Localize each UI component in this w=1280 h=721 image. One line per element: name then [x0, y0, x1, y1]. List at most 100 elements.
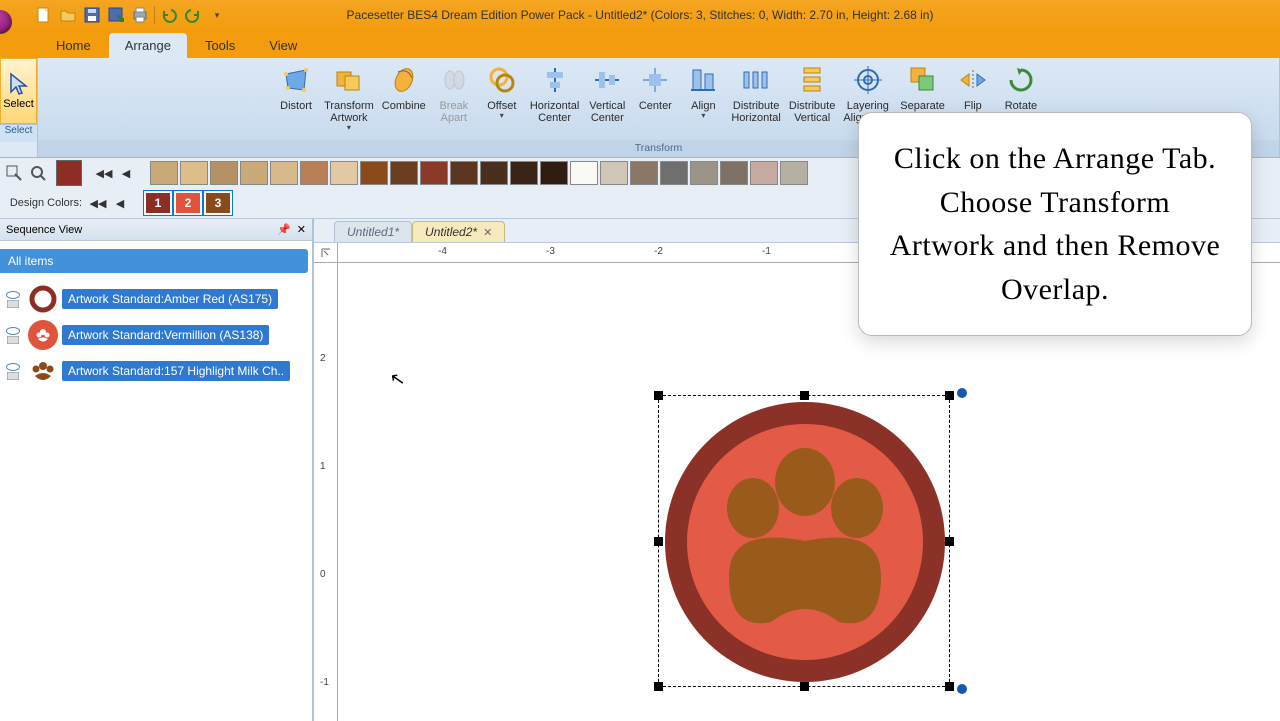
palette-swatch[interactable] [780, 161, 808, 185]
distort-icon [280, 64, 312, 96]
align-button[interactable]: Align▾ [679, 62, 727, 135]
palette-swatch[interactable] [390, 161, 418, 185]
palette-swatch[interactable] [690, 161, 718, 185]
undo-icon[interactable] [159, 5, 179, 25]
distribute-horizontal-button[interactable]: DistributeHorizontal [727, 62, 785, 135]
select-label: Select [3, 98, 34, 110]
visibility-toggle[interactable] [2, 327, 24, 344]
palette-prev-icon[interactable]: ◀ [116, 163, 136, 183]
sequence-view-title: Sequence View [6, 224, 82, 236]
pin-icon[interactable]: 📌 [277, 223, 291, 236]
palette-swatch[interactable] [570, 161, 598, 185]
close-icon[interactable]: ✕ [297, 223, 306, 236]
palette-swatch[interactable] [660, 161, 688, 185]
center-label: Center [639, 100, 672, 112]
horizontal-center-button[interactable]: HorizontalCenter [526, 62, 584, 135]
all-items-header[interactable]: All items [0, 249, 308, 273]
transform-artwork-button[interactable]: TransformArtwork ▾ [320, 62, 378, 135]
palette-first-icon[interactable]: ◀◀ [94, 163, 114, 183]
palette-swatch[interactable] [360, 161, 388, 185]
instruction-callout: Click on the Arrange Tab. Choose Transfo… [858, 112, 1252, 336]
close-tab-icon[interactable]: ✕ [483, 226, 492, 239]
palette-swatch[interactable] [720, 161, 748, 185]
distort-button[interactable]: Distort [272, 62, 320, 135]
new-file-icon[interactable] [34, 5, 54, 25]
break-apart-button: BreakApart [430, 62, 478, 135]
tab-arrange[interactable]: Arrange [109, 33, 187, 58]
design-color-3[interactable]: 3 [204, 191, 232, 215]
mouse-cursor: ↖ [388, 368, 407, 391]
tab-home[interactable]: Home [40, 33, 107, 58]
palette-swatch[interactable] [510, 161, 538, 185]
palette-swatch[interactable] [330, 161, 358, 185]
distribute-v-icon [796, 64, 828, 96]
selection-bounds[interactable]: ✱ [658, 395, 950, 687]
distribute-vertical-button[interactable]: DistributeVertical [785, 62, 839, 135]
align-icon [687, 64, 719, 96]
visibility-toggle[interactable] [2, 291, 24, 308]
ribbon-tab-strip: Home Arrange Tools View [0, 30, 1280, 58]
design-first-icon[interactable]: ◀◀ [88, 193, 108, 213]
ruler-corner[interactable] [314, 243, 338, 263]
palette-swatch[interactable] [300, 161, 328, 185]
separate-layers-icon [907, 64, 939, 96]
redo-icon[interactable] [183, 5, 203, 25]
document-tab-2[interactable]: Untitled2*✕ [412, 221, 505, 242]
window-title: Pacesetter BES4 Dream Edition Power Pack… [347, 8, 934, 22]
design-color-2[interactable]: 2 [174, 191, 202, 215]
dist-h-label: DistributeHorizontal [731, 100, 781, 124]
palette-swatch[interactable] [210, 161, 238, 185]
rotate-handle-ne[interactable] [957, 388, 967, 398]
palette-swatch[interactable] [450, 161, 478, 185]
save-as-icon[interactable] [106, 5, 126, 25]
item-thumb-ring [28, 284, 58, 314]
palette-swatch[interactable] [600, 161, 628, 185]
zoom-tool-icon[interactable] [4, 163, 24, 183]
design-color-1[interactable]: 1 [144, 191, 172, 215]
sequence-item[interactable]: Artwork Standard:Vermillion (AS138) [0, 317, 312, 353]
print-icon[interactable] [130, 5, 150, 25]
transform-artwork-label: TransformArtwork ▾ [324, 100, 374, 133]
tab-view[interactable]: View [253, 33, 313, 58]
select-group: Select Select [0, 58, 38, 157]
magnifier-icon[interactable] [28, 163, 48, 183]
title-bar: ▾ Pacesetter BES4 Dream Edition Power Pa… [0, 0, 1280, 30]
palette-swatch[interactable] [750, 161, 778, 185]
center-button[interactable]: Center [631, 62, 679, 135]
vertical-ruler: 2 1 0 -1 [314, 263, 338, 721]
palette-swatch[interactable] [240, 161, 268, 185]
artwork-pawprint [659, 396, 951, 688]
palette-swatch[interactable] [270, 161, 298, 185]
palette-swatch[interactable] [630, 161, 658, 185]
palette-swatch[interactable] [150, 161, 178, 185]
rotate-icon [1005, 64, 1037, 96]
offset-icon [486, 64, 518, 96]
sequence-view-header: Sequence View 📌 ✕ [0, 219, 312, 241]
dist-v-label: DistributeVertical [789, 100, 835, 124]
palette-swatch[interactable] [540, 161, 568, 185]
select-dropdown[interactable]: Select [0, 124, 37, 142]
distribute-h-icon [740, 64, 772, 96]
horizontal-center-icon [539, 64, 571, 96]
palette-swatch[interactable] [420, 161, 448, 185]
document-tab-1[interactable]: Untitled1* [334, 221, 412, 242]
sequence-item[interactable]: Artwork Standard:157 Highlight Milk Ch.. [0, 353, 312, 389]
offset-button[interactable]: Offset▾ [478, 62, 526, 135]
palette-swatch[interactable] [180, 161, 208, 185]
palette-swatch[interactable] [480, 161, 508, 185]
quick-access-toolbar: ▾ [34, 5, 227, 25]
transform-artwork-icon [333, 64, 365, 96]
combine-button[interactable]: Combine [378, 62, 430, 135]
qat-customize-icon[interactable]: ▾ [207, 5, 227, 25]
vertical-center-button[interactable]: VerticalCenter [583, 62, 631, 135]
rotate-label: Rotate [1005, 100, 1037, 112]
rotate-handle-se[interactable] [957, 684, 967, 694]
save-icon[interactable] [82, 5, 102, 25]
open-folder-icon[interactable] [58, 5, 78, 25]
select-tool[interactable]: Select [0, 58, 37, 124]
sequence-item[interactable]: Artwork Standard:Amber Red (AS175) [0, 281, 312, 317]
tab-tools[interactable]: Tools [189, 33, 251, 58]
visibility-toggle[interactable] [2, 363, 24, 380]
current-color-swatch[interactable] [56, 160, 82, 186]
design-prev-icon[interactable]: ◀ [110, 193, 130, 213]
